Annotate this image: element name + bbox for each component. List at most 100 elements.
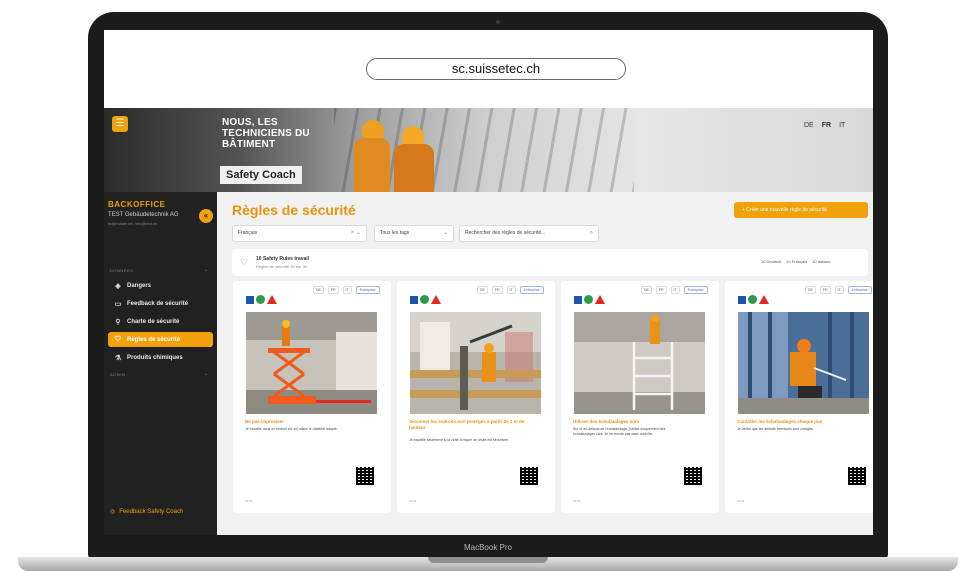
shield-icon: ♡	[240, 257, 249, 267]
qr-code-icon	[520, 467, 538, 485]
count-fr: 10 Français	[786, 259, 808, 264]
card-description: Sur et au-dessus de l'échafaudage, j'uti…	[573, 427, 666, 436]
card-tags: DE FR IT Entreprise	[313, 286, 380, 294]
slogan-line: TECHNICIENS DU BÂTIMENT	[222, 128, 310, 150]
category-badge: Entreprise	[847, 286, 872, 294]
tag-it: IT	[834, 286, 844, 294]
camera-icon	[496, 20, 500, 24]
tags-select[interactable]: Tous les tags ⌄	[374, 225, 454, 242]
section-donnees[interactable]: DONNÉES ⌄	[110, 267, 208, 273]
backoffice-title: BACKOFFICE	[108, 200, 166, 209]
search-input[interactable]: Rechercher des règles de sécurité... ⌕	[459, 225, 599, 242]
sidebar-item-feedback[interactable]: ▭ Feedback de sécurité	[108, 296, 213, 311]
chevron-down-icon: ⌄	[204, 267, 209, 273]
hero-worker-figure	[354, 138, 390, 192]
lang-de[interactable]: DE	[804, 122, 814, 129]
tag-de: DE	[641, 286, 652, 294]
sidebar-item-produits[interactable]: ⚗ Produits chimiques	[108, 350, 213, 365]
language-select[interactable]: Français × ⌄	[232, 225, 367, 242]
section-label: ADMIN	[110, 372, 126, 377]
page-title: Règles de sécurité	[232, 202, 356, 218]
sidebar-item-regles[interactable]: ⛉ Règles de sécurité	[108, 332, 213, 347]
card-title: Ne pas improviser	[245, 419, 285, 424]
chevron-down-icon: ⌄	[442, 230, 448, 236]
card-tags: DE FR IT Entreprise	[805, 286, 872, 294]
card-title: Utiliser des échafaudages sûrs	[573, 419, 640, 424]
lang-it[interactable]: IT	[839, 122, 845, 129]
rule-photo	[738, 312, 869, 414]
card-title: Sécuriser les endroits non protégés à pa…	[409, 419, 525, 430]
chevron-down-icon: ⌄	[204, 371, 209, 377]
hero-worker-figure	[394, 144, 434, 192]
tags-select-value: Tous les tags	[380, 230, 410, 236]
section-label: DONNÉES	[110, 268, 134, 273]
feedback-safety-coach-link[interactable]: ◎ Feedback Safety Coach	[110, 508, 183, 516]
tag-fr: FR	[491, 286, 503, 294]
url-bar[interactable]: sc.suissetec.ch	[366, 58, 626, 80]
create-rule-button[interactable]: + Créer une nouvelle règle de sécurité	[734, 202, 868, 218]
search-placeholder: Rechercher des règles de sécurité...	[465, 230, 546, 236]
rule-card[interactable]: DE FR IT Entreprise	[561, 281, 719, 513]
macbook-mockup: sc.suissetec.ch ☰ NOUS, LES TECHNICIENS …	[0, 0, 976, 581]
card-tags: DE FR IT Entreprise	[477, 286, 544, 294]
search-icon[interactable]: ⌕	[590, 226, 593, 241]
sidebar-item-label: Charte de sécurité	[127, 318, 180, 325]
rules-set-bar[interactable]: ♡ 10 Safety Rules travail Règles de sécu…	[232, 249, 868, 276]
lang-fr[interactable]: FR	[822, 122, 831, 129]
slogan-line: NOUS, LES	[222, 117, 278, 128]
tag-fr: FR	[655, 286, 667, 294]
charter-icon: ⚲	[115, 318, 121, 326]
card-date: 10.01	[409, 499, 417, 503]
menu-icon[interactable]: ☰	[112, 116, 128, 132]
hero-slogan: NOUS, LES TECHNICIENS DU BÂTIMENT	[222, 117, 352, 150]
category-badge: Entreprise	[355, 286, 380, 294]
card-description: Je vérifie que les défauts éventuels son…	[737, 427, 814, 431]
device-label: MacBook Pro	[463, 543, 513, 552]
rule-photo	[410, 312, 541, 414]
sidebar-item-charte[interactable]: ⚲ Charte de sécurité	[108, 314, 213, 329]
qr-code-icon	[684, 467, 702, 485]
shield-icon: ⛉	[115, 335, 121, 343]
rule-card[interactable]: DE FR IT Entreprise	[233, 281, 391, 513]
sidebar-item-dangers[interactable]: ◈ Dangers	[108, 278, 213, 293]
language-switcher: DE FR IT	[804, 122, 845, 129]
feedback-icon: ◎	[110, 509, 116, 515]
qr-code-icon	[356, 467, 374, 485]
section-admin[interactable]: ADMIN ⌄	[110, 371, 208, 377]
dangers-icon: ◈	[115, 282, 121, 290]
sidebar-item-label: Dangers	[127, 282, 152, 289]
category-badge: Entreprise	[683, 286, 708, 294]
sidebar-item-label: Règles de sécurité	[127, 336, 181, 343]
app-name: Safety Coach	[220, 166, 302, 184]
rule-card[interactable]: DE FR IT Entreprise	[397, 281, 555, 513]
card-description: Je travaille seulement si la zone à risq…	[409, 438, 509, 442]
suva-logo	[410, 295, 441, 304]
tag-de: DE	[805, 286, 816, 294]
company-name: TEST Gebäudetechnik AG	[108, 212, 179, 218]
suva-logo	[574, 295, 605, 304]
suva-logo	[246, 295, 277, 304]
tag-de: DE	[313, 286, 324, 294]
tag-de: DE	[477, 286, 488, 294]
suva-logo	[738, 295, 769, 304]
tag-fr: FR	[819, 286, 831, 294]
tag-fr: FR	[327, 286, 339, 294]
category-badge: Entreprise	[519, 286, 544, 294]
collapse-sidebar-icon[interactable]: «	[199, 209, 213, 223]
laptop-notch	[428, 557, 548, 563]
rule-card[interactable]: DE FR IT Entreprise	[725, 281, 873, 513]
feedback-icon: ▭	[114, 300, 122, 308]
card-date: 10.01	[573, 499, 581, 503]
card-description: Je travaille dans un endroit sûr et j'ut…	[245, 427, 338, 431]
screen: sc.suissetec.ch ☰ NOUS, LES TECHNICIENS …	[104, 30, 873, 535]
language-counts: 10 Deutsch 10 Français 10 Italiano	[761, 259, 831, 264]
language-select-value: Français	[238, 230, 258, 236]
hard-hat-icon	[362, 120, 384, 138]
count-de: 10 Deutsch	[761, 259, 782, 264]
count-it: 10 Italiano	[812, 259, 831, 264]
tag-it: IT	[670, 286, 680, 294]
clear-chevron-icon[interactable]: × ⌄	[351, 226, 361, 241]
card-tags: DE FR IT Entreprise	[641, 286, 708, 294]
user-email: m@muster.ch, info@test.ch	[108, 221, 158, 226]
hard-hat-icon	[402, 126, 424, 144]
